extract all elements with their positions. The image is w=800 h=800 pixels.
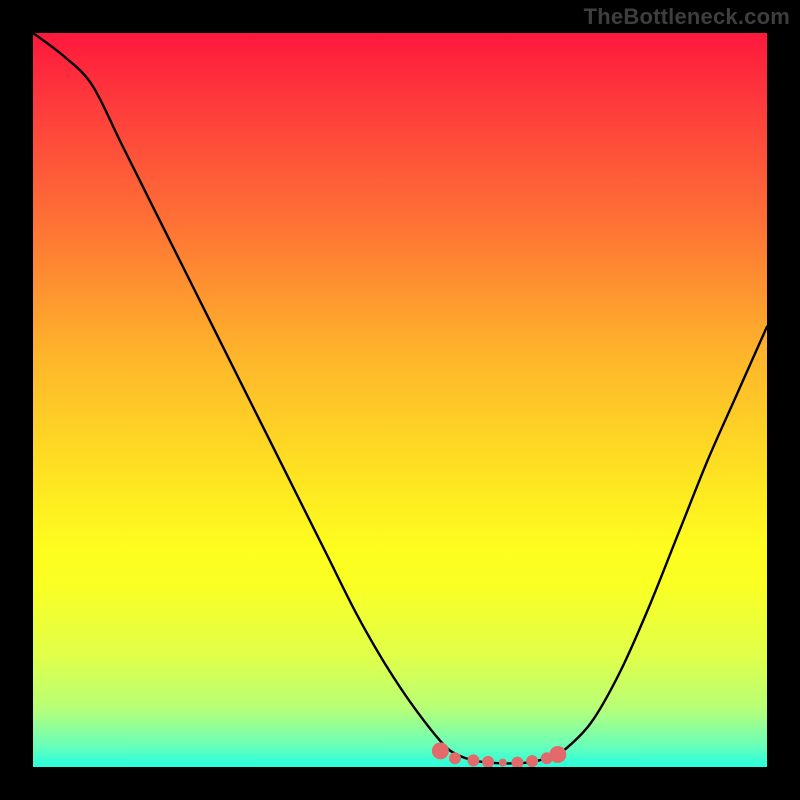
marker-dot [499,759,507,767]
marker-dot [549,746,566,763]
curve-minimum-markers [33,33,767,767]
marker-dot [467,754,479,766]
marker-dot [511,757,523,767]
marker-dot [482,756,494,767]
marker-dot [432,742,449,759]
marker-dot [526,755,538,767]
marker-dot [449,752,461,764]
watermark-text: TheBottleneck.com [584,4,790,30]
